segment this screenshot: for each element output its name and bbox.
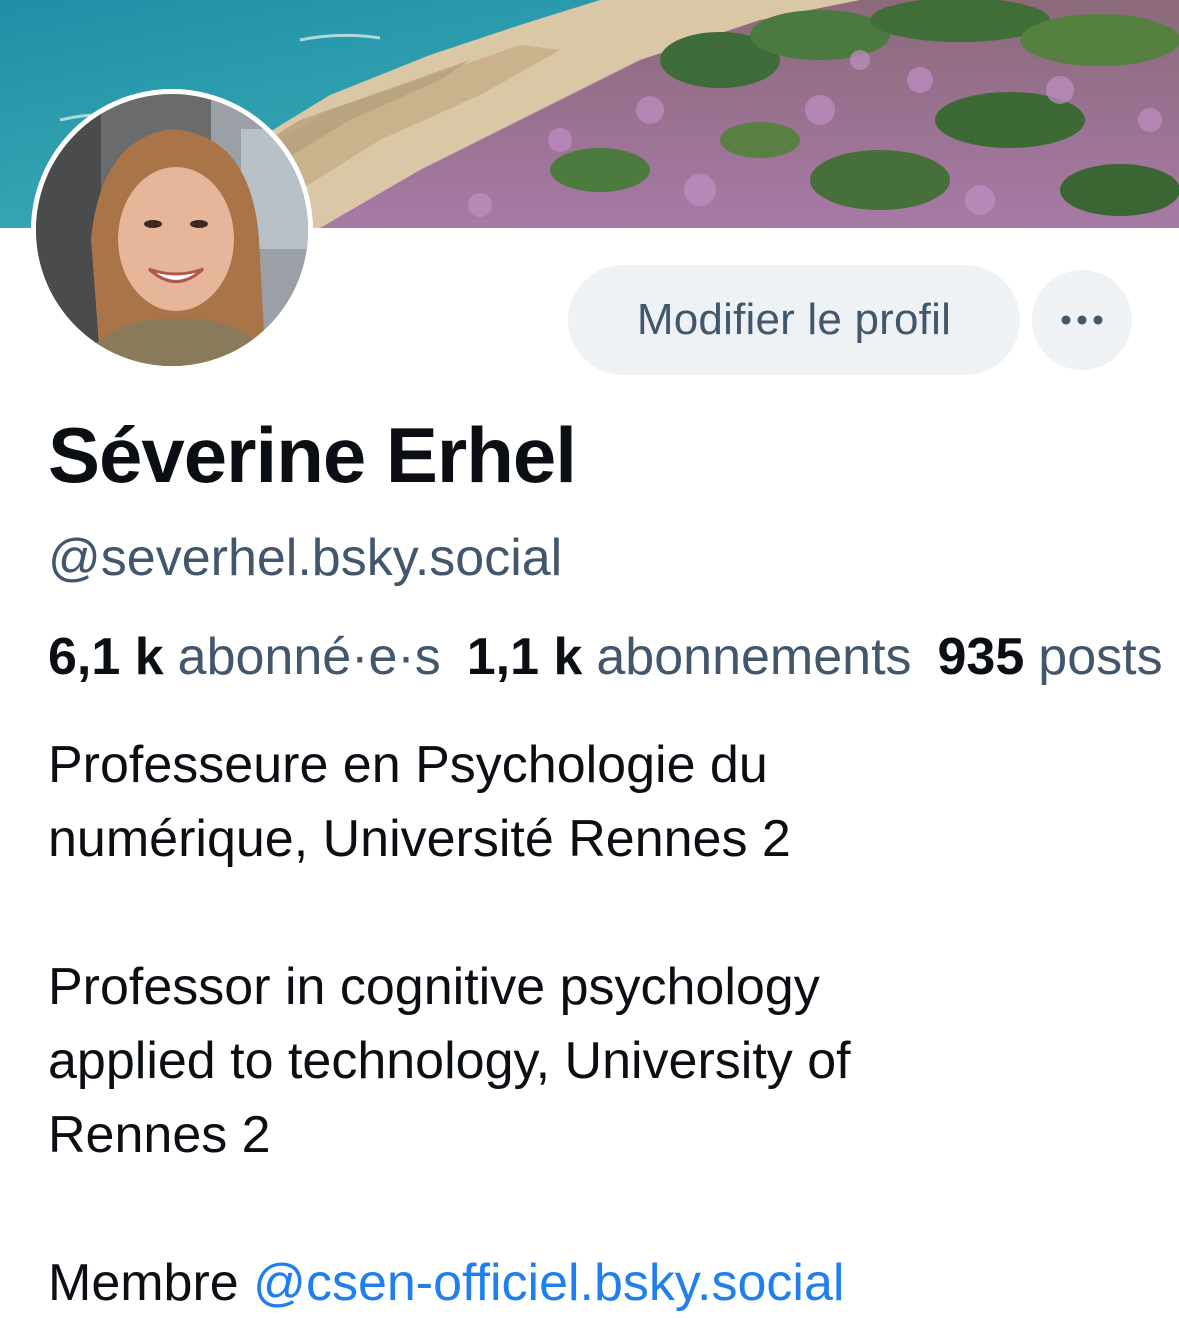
profile-stats: 6,1 k abonné·e·s 1,1 k abonnements 935 posts — [48, 624, 1179, 690]
bio-spacer — [48, 1172, 1048, 1246]
bio-line: applied to technology, University of — [48, 1032, 851, 1090]
more-options-button[interactable] — [1032, 270, 1132, 370]
bio-line: Professeure en Psychologie du — [48, 736, 768, 794]
edit-profile-button[interactable]: Modifier le profil — [568, 265, 1020, 375]
profile-bio: Professeure en Psychologie du numérique,… — [48, 728, 1048, 1320]
followers-stat[interactable]: 6,1 k abonné·e·s — [48, 628, 441, 686]
bio-line: Rennes 2 — [48, 1106, 271, 1164]
posts-count: 935 — [937, 628, 1025, 686]
followers-label: abonné·e·s — [177, 628, 441, 686]
member-prefix: Membre — [48, 1254, 254, 1312]
posts-label: posts — [1038, 628, 1163, 686]
display-name: Séverine Erhel — [48, 411, 577, 499]
posts-stat: 935 posts — [938, 628, 1163, 686]
profile-page: Modifier le profil Séverine Erhel @sever… — [0, 0, 1179, 1341]
following-stat[interactable]: 1,1 k abonnements — [467, 628, 912, 686]
bio-spacer — [48, 876, 1048, 950]
avatar[interactable] — [31, 89, 313, 371]
ellipsis-icon — [1061, 315, 1103, 325]
edit-profile-label: Modifier le profil — [636, 295, 952, 344]
bio-member-line: Membre @csen-officiel.bsky.social — [48, 1246, 1048, 1320]
profile-handle: @severhel.bsky.social — [48, 529, 563, 587]
following-count: 1,1 k — [466, 628, 583, 686]
bio-line: numérique, Université Rennes 2 — [48, 810, 791, 868]
bio-line: Professor in cognitive psychology — [48, 958, 820, 1016]
followers-count: 6,1 k — [48, 628, 164, 686]
following-label: abonnements — [596, 628, 912, 686]
member-mention-link[interactable]: @csen-officiel.bsky.social — [253, 1254, 844, 1312]
profile-photo — [31, 89, 313, 371]
